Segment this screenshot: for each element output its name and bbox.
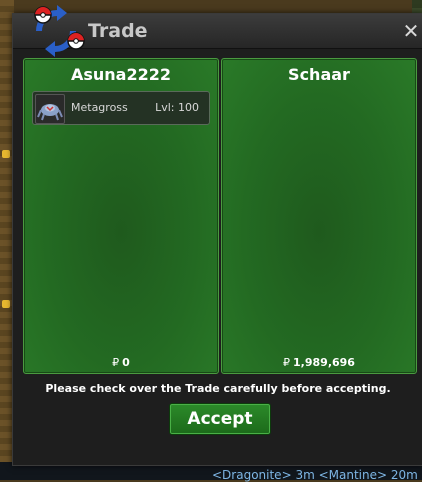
accept-button[interactable]: Accept <box>169 403 271 435</box>
pokedollar-icon: ₽ <box>112 356 120 369</box>
money-amount: ₽0 <box>24 356 218 369</box>
trade-logo-icon <box>34 5 85 57</box>
money-value: 1,989,696 <box>293 356 355 369</box>
trade-item[interactable]: Metagross Lvl: 100 <box>32 91 210 125</box>
my-offer-panel: Asuna2222 Metagross Lvl: 100 ₽0 <box>23 58 219 374</box>
money-value: 0 <box>122 356 130 369</box>
player-name: Asuna2222 <box>70 65 171 84</box>
trade-notice: Please check over the Trade carefully be… <box>45 382 391 395</box>
lamp-icon <box>2 300 10 308</box>
pokemon-name: Metagross <box>71 101 128 114</box>
pokedollar-icon: ₽ <box>283 356 291 369</box>
player-name: Schaar <box>288 65 350 84</box>
money-amount: ₽1,989,696 <box>222 356 416 369</box>
window-title: Trade <box>88 20 148 42</box>
lamp-icon <box>2 150 10 158</box>
partner-offer-panel: Schaar ₽1,989,696 <box>221 58 417 374</box>
metagross-sprite-icon <box>35 94 65 124</box>
trade-window: Trade ✕ Asuna2222 Metagross Lvl: 100 ₽ 0… <box>12 5 422 466</box>
close-button[interactable]: ✕ <box>401 20 421 42</box>
pokemon-level: Lvl: 100 <box>155 101 199 114</box>
